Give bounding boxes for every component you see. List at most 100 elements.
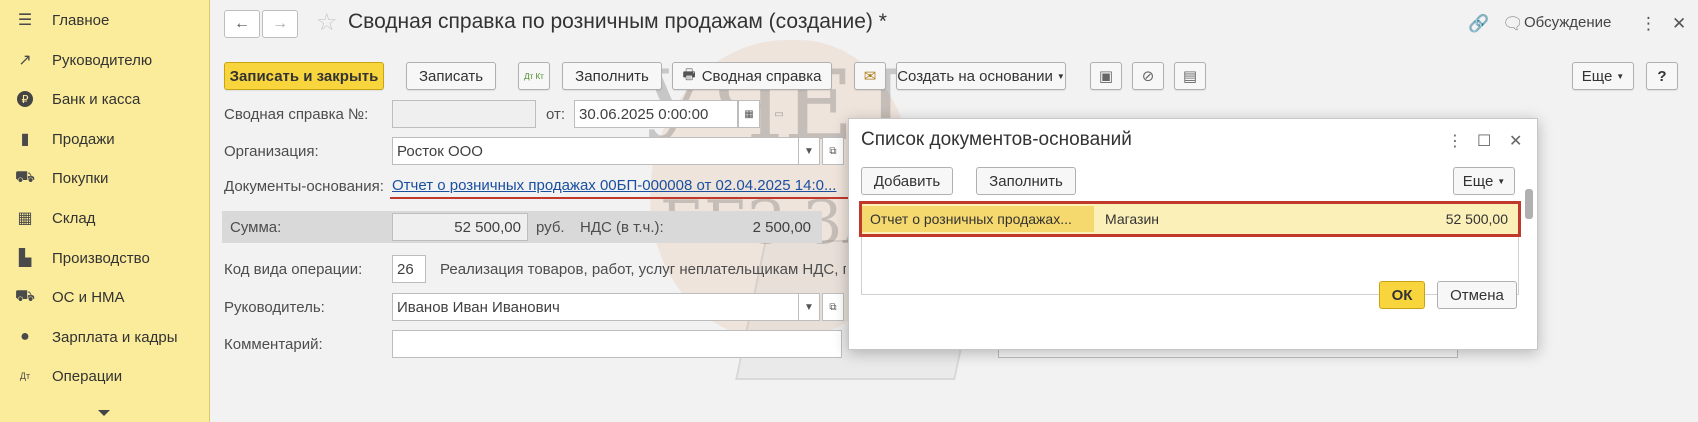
dropdown-arrow-icon: ▼ bbox=[1056, 71, 1065, 81]
factory-icon: ▙ bbox=[18, 250, 32, 267]
dropdown-arrow-icon[interactable]: ▼ bbox=[798, 293, 820, 321]
bag-icon: ▮ bbox=[20, 131, 30, 148]
open-icon[interactable]: ⧉ bbox=[822, 293, 844, 321]
sidebar-item-operations[interactable]: Дт Операции bbox=[0, 358, 210, 394]
sidebar-item-sales[interactable]: ▮ Продажи bbox=[0, 121, 210, 157]
link-icon[interactable]: 🔗 bbox=[1468, 14, 1489, 34]
create-based-on-label: Создать на основании bbox=[897, 67, 1053, 85]
vat-label: НДС (в т.ч.): bbox=[580, 219, 664, 236]
more-vertical-icon[interactable]: ⋮ bbox=[1640, 14, 1657, 34]
comment-field[interactable] bbox=[392, 330, 842, 358]
number-label: Сводная справка №: bbox=[224, 106, 369, 123]
back-button[interactable]: ← bbox=[224, 10, 260, 38]
close-icon[interactable]: ✕ bbox=[1672, 14, 1686, 34]
truck-icon: ⛟ bbox=[14, 288, 36, 305]
organization-field[interactable]: Росток ООО bbox=[392, 137, 800, 165]
sidebar-item-main[interactable]: ☰ Главное bbox=[0, 2, 210, 38]
discussion-button[interactable]: Обсуждение bbox=[1524, 14, 1611, 31]
sidebar-item-label: Банк и касса bbox=[52, 90, 141, 108]
sidebar-item-label: Зарплата и кадры bbox=[52, 328, 178, 346]
basis-docs-label: Документы-основания: bbox=[224, 178, 384, 195]
dt-kt-icon: Дт bbox=[19, 371, 31, 381]
dropdown-arrow-icon[interactable]: ▼ bbox=[798, 137, 820, 165]
ok-button[interactable]: ОК bbox=[1379, 281, 1425, 309]
currency-label: руб. bbox=[536, 219, 565, 236]
open-icon[interactable]: ⧉ bbox=[822, 137, 844, 165]
report-icon[interactable]: ▤ bbox=[1174, 62, 1206, 90]
forward-button[interactable]: → bbox=[262, 10, 298, 38]
highlight-box bbox=[859, 201, 1521, 237]
sidebar-item-label: Покупки bbox=[52, 169, 109, 187]
operation-code-field[interactable]: 26 bbox=[392, 255, 426, 283]
sidebar-item-bank[interactable]: ₽ Банк и касса bbox=[0, 81, 210, 117]
menu-icon: ☰ bbox=[17, 12, 33, 29]
save-and-close-button[interactable]: Записать и закрыть bbox=[224, 62, 384, 90]
fill-button[interactable]: Заполнить bbox=[562, 62, 662, 90]
date-label: от: bbox=[546, 106, 566, 123]
envelope-icon[interactable]: ✉ bbox=[854, 62, 886, 90]
number-field[interactable] bbox=[392, 100, 536, 128]
sidebar-item-label: Продажи bbox=[52, 130, 115, 148]
sidebar-item-purchases[interactable]: ⛟ Покупки bbox=[0, 160, 210, 196]
vat-field: 2 500,00 bbox=[752, 218, 811, 236]
fill-button[interactable]: Заполнить bbox=[976, 167, 1076, 195]
sidebar-item-label: Производство bbox=[52, 249, 150, 267]
table-scrollbar[interactable] bbox=[1525, 175, 1533, 287]
calc-icon[interactable]: ▭ bbox=[768, 100, 790, 128]
create-based-on-button[interactable]: Создать на основании ▼ bbox=[896, 62, 1066, 90]
more-button[interactable]: Еще ▼ bbox=[1453, 167, 1515, 195]
structure-icon[interactable]: ▣ bbox=[1090, 62, 1122, 90]
more-label: Еще bbox=[1581, 67, 1613, 85]
printer-icon: 🖶 bbox=[682, 66, 696, 82]
date-field[interactable]: 30.06.2025 0:00:00 bbox=[574, 100, 738, 128]
help-button[interactable]: ? bbox=[1646, 62, 1678, 90]
save-button[interactable]: Записать bbox=[406, 62, 496, 90]
more-vertical-icon[interactable]: ⋮ bbox=[1447, 131, 1463, 151]
basis-docs-link[interactable]: Отчет о розничных продажах 00БП-000008 о… bbox=[392, 177, 836, 194]
more-label: Еще bbox=[1462, 172, 1494, 190]
operation-description: Реализация товаров, работ, услуг неплате… bbox=[440, 261, 846, 278]
dropdown-arrow-icon: ▼ bbox=[1616, 71, 1625, 81]
sidebar-item-manager[interactable]: ↗ Руководителю bbox=[0, 42, 210, 78]
operation-code-label: Код вида операции: bbox=[224, 261, 363, 278]
sidebar-item-assets[interactable]: ⛟ ОС и НМА bbox=[0, 279, 210, 315]
dropdown-arrow-icon: ▼ bbox=[1497, 176, 1506, 186]
sidebar-item-label: Руководителю bbox=[52, 51, 153, 69]
sidebar-item-warehouse[interactable]: ▦ Склад bbox=[0, 200, 210, 236]
sidebar-item-label: Операции bbox=[52, 367, 123, 385]
add-button[interactable]: Добавить bbox=[861, 167, 953, 195]
trend-icon: ↗ bbox=[18, 52, 32, 69]
sidebar-item-label: Главное bbox=[52, 11, 110, 29]
summary-print-button[interactable]: 🖶 Сводная справка bbox=[672, 62, 832, 90]
cart-icon: ⛟ bbox=[14, 169, 36, 186]
attachment-icon[interactable]: ⊘ bbox=[1132, 62, 1164, 90]
more-button[interactable]: Еще ▼ bbox=[1572, 62, 1634, 90]
arrow-left-icon: ← bbox=[234, 15, 250, 32]
sidebar: ☰ Главное ↗ Руководителю ₽ Банк и касса … bbox=[0, 0, 210, 422]
warehouse-icon: ▦ bbox=[17, 210, 33, 227]
basis-docs-dialog: Список документов-оснований ⋮ ☐ ✕ Добави… bbox=[848, 118, 1538, 350]
maximize-icon[interactable]: ☐ bbox=[1477, 131, 1491, 151]
cancel-button[interactable]: Отмена bbox=[1437, 281, 1517, 309]
sidebar-scroll-down-icon[interactable] bbox=[98, 410, 110, 416]
sidebar-item-label: ОС и НМА bbox=[52, 288, 125, 306]
dt-kt-button[interactable]: Дт Кт bbox=[518, 62, 550, 90]
sidebar-item-label: Склад bbox=[52, 209, 96, 227]
close-icon[interactable]: ✕ bbox=[1509, 131, 1522, 151]
sum-label: Сумма: bbox=[230, 219, 282, 236]
favorite-star-icon[interactable]: ☆ bbox=[316, 10, 338, 36]
organization-label: Организация: bbox=[224, 143, 319, 160]
coin-icon: ₽ bbox=[17, 91, 33, 107]
arrow-right-icon: → bbox=[272, 15, 288, 32]
discussion-icon[interactable]: 🗨 bbox=[1502, 14, 1524, 34]
scrollbar-thumb[interactable] bbox=[1525, 189, 1533, 219]
summary-print-label: Сводная справка bbox=[701, 67, 822, 85]
comment-label: Комментарий: bbox=[224, 336, 323, 353]
head-field[interactable]: Иванов Иван Иванович bbox=[392, 293, 800, 321]
head-label: Руководитель: bbox=[224, 299, 325, 316]
sidebar-item-production[interactable]: ▙ Производство bbox=[0, 240, 210, 276]
sidebar-item-salary[interactable]: ● Зарплата и кадры bbox=[0, 319, 210, 355]
calendar-icon[interactable]: ▦ bbox=[738, 100, 760, 128]
page-title: Сводная справка по розничным продажам (с… bbox=[348, 10, 887, 33]
sum-field: 52 500,00 bbox=[392, 213, 528, 241]
